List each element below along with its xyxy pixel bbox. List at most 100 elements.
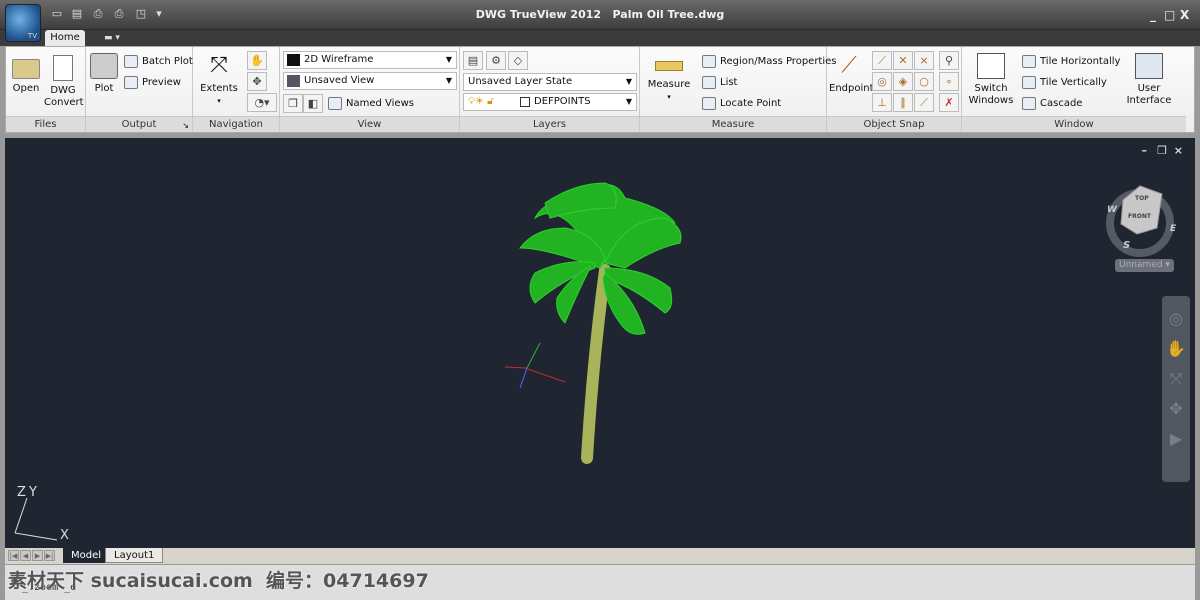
palm-tree <box>518 182 682 464</box>
folder-icon <box>12 59 40 79</box>
visual-style-select[interactable]: 2D Wireframe ▼ <box>283 51 457 69</box>
region-mass-label: Region/Mass Properties <box>720 56 837 67</box>
layer-select[interactable]: 💡︎☀ 🔓︎ DEFPOINTS ▼ <box>463 93 637 111</box>
preview-button[interactable]: Preview <box>124 76 181 89</box>
panel-window: Switch Windows Tile Horizontally Tile Ve… <box>962 47 1196 132</box>
panel-measure: Measure ▾ Region/Mass Properties List Loc… <box>640 47 837 132</box>
locate-point-button[interactable]: Locate Point <box>702 97 781 110</box>
region-mass-properties-button[interactable]: Region/Mass Properties <box>702 55 837 68</box>
box-view-icon[interactable]: ❒ <box>283 94 303 113</box>
list-button[interactable]: List <box>702 76 737 89</box>
steering-wheel-icon[interactable]: ◎ <box>1162 304 1190 334</box>
last-tab-button[interactable]: ▶| <box>44 550 55 561</box>
layer-states-icon[interactable]: ⚙ <box>486 51 506 70</box>
layer-filter-icon[interactable]: ◇ <box>508 51 528 70</box>
zoom-extents-icon[interactable]: ⤧ <box>1162 364 1190 394</box>
shaded-box-icon[interactable]: ◧ <box>303 94 323 113</box>
printer-icon <box>90 53 118 79</box>
named-views-button[interactable]: Named Views <box>328 97 414 110</box>
quadrant-snap-icon[interactable]: ◈ <box>893 72 913 91</box>
tile-horizontally-icon <box>1022 55 1036 68</box>
region-mass-icon <box>702 55 716 68</box>
cascade-button[interactable]: Cascade <box>1022 97 1082 110</box>
dialog-launcher-icon[interactable]: ↘ <box>182 121 189 130</box>
panel-label: Files <box>6 116 85 132</box>
color-swatch <box>520 97 530 107</box>
chevron-down-icon: ▼ <box>445 55 452 64</box>
workspace-dropdown-icon[interactable]: ▬ ▾ <box>104 33 120 43</box>
view-select[interactable]: Unsaved View ▼ <box>283 72 457 90</box>
view-icon <box>287 75 300 87</box>
panel-label: Navigation <box>193 116 279 132</box>
tile-horizontally-label: Tile Horizontally <box>1040 56 1121 67</box>
extents-button[interactable]: ⤧ Extents ▾ <box>199 53 239 107</box>
dwg-convert-button[interactable]: DWG Convert <box>44 55 84 109</box>
orbit-icon[interactable]: ✥ <box>1162 394 1190 424</box>
ribbon-tab-row <box>0 30 1200 46</box>
tile-vertically-button[interactable]: Tile Vertically <box>1022 76 1107 89</box>
minimize-button[interactable]: _ <box>1150 8 1156 22</box>
tab-model[interactable]: Model <box>63 548 110 563</box>
ucs-x-label: X <box>60 528 69 543</box>
measure-button[interactable]: Measure ▾ <box>646 55 692 103</box>
user-interface-button[interactable]: User Interface <box>1126 53 1172 107</box>
snap-settings-icon[interactable]: ⚲ <box>939 51 959 70</box>
prev-tab-button[interactable]: ◀ <box>20 550 31 561</box>
wireframe-icon <box>287 54 300 66</box>
layout-tab-bar: |◀ ◀ ▶ ▶| Model Layout1 <box>5 548 1195 564</box>
center-snap-icon[interactable]: ◎ <box>872 72 892 91</box>
clear-snap-icon[interactable]: ✗ <box>939 93 959 112</box>
drawing-viewport[interactable]: – ❐ × Z Y X TOP FRONT W E S Unnamed ▾ <box>5 138 1195 548</box>
layer-properties-icon[interactable]: ▤ <box>463 51 483 70</box>
maximize-button[interactable]: □ <box>1164 8 1175 22</box>
ucs-icon <box>14 497 58 541</box>
perpendicular-snap-icon[interactable]: ⊥ <box>872 93 892 112</box>
nearest-snap-icon[interactable]: ⟋ <box>914 93 934 112</box>
intersection-snap-icon[interactable]: ✕ <box>893 51 913 70</box>
extents-label: Extents <box>200 83 238 94</box>
steering-wheel-icon[interactable]: ◔▾ <box>247 93 277 112</box>
cube-front-label: FRONT <box>1128 213 1152 220</box>
locate-point-icon <box>702 97 716 110</box>
panel-label: Measure <box>640 116 826 132</box>
app-badge: TV <box>27 32 37 40</box>
orbit-icon[interactable]: ✥ <box>247 72 267 91</box>
zoom-extents-icon: ⤧ <box>210 53 228 78</box>
ribbon: Open DWG Convert Files Plot Batch Plot P… <box>5 46 1195 133</box>
tab-home[interactable]: Home <box>45 30 85 46</box>
plot-button[interactable]: Plot <box>88 53 120 95</box>
apparent-intersection-snap-icon[interactable]: ⨯ <box>914 51 934 70</box>
endpoint-button[interactable]: ⟋ Endpoint <box>829 53 874 95</box>
batch-plot-label: Batch Plot <box>142 56 193 67</box>
compass-e: E <box>1170 224 1177 234</box>
pan-hand-icon[interactable]: ✋ <box>247 51 267 70</box>
viewcube[interactable]: TOP FRONT W E S <box>1106 185 1177 257</box>
panel-label: Window <box>962 116 1186 132</box>
node-snap-icon[interactable]: ∘ <box>939 72 959 91</box>
tangent-snap-icon[interactable]: ○ <box>914 72 934 91</box>
layer-state-value: Unsaved Layer State <box>468 76 573 87</box>
midpoint-snap-icon[interactable]: ⟋ <box>872 51 892 70</box>
navigation-bar[interactable]: ◎ ✋ ⤧ ✥ ▶ <box>1162 296 1190 482</box>
batch-plot-icon <box>124 55 138 68</box>
ucs-menu-dropdown[interactable]: Unnamed ▾ <box>1115 259 1174 272</box>
tile-vertically-label: Tile Vertically <box>1040 77 1107 88</box>
tile-horizontally-button[interactable]: Tile Horizontally <box>1022 55 1120 68</box>
dwg-convert-icon <box>53 55 73 81</box>
panel-label: Layers <box>460 116 639 132</box>
open-button[interactable]: Open <box>10 55 42 95</box>
user-interface-label: User Interface <box>1126 83 1172 106</box>
switch-windows-icon <box>977 53 1005 79</box>
showmotion-icon[interactable]: ▶ <box>1162 424 1190 454</box>
pan-icon[interactable]: ✋ <box>1162 334 1190 364</box>
batch-plot-button[interactable]: Batch Plot <box>124 55 193 68</box>
next-tab-button[interactable]: ▶ <box>32 550 43 561</box>
first-tab-button[interactable]: |◀ <box>8 550 19 561</box>
layer-state-select[interactable]: Unsaved Layer State ▼ <box>463 73 637 91</box>
switch-windows-button[interactable]: Switch Windows <box>966 53 1016 107</box>
parallel-snap-icon[interactable]: ∥ <box>893 93 913 112</box>
close-button[interactable]: X <box>1180 8 1189 22</box>
view-value: Unsaved View <box>304 75 375 86</box>
tab-layout1[interactable]: Layout1 <box>105 548 164 563</box>
tile-vertically-icon <box>1022 76 1036 89</box>
